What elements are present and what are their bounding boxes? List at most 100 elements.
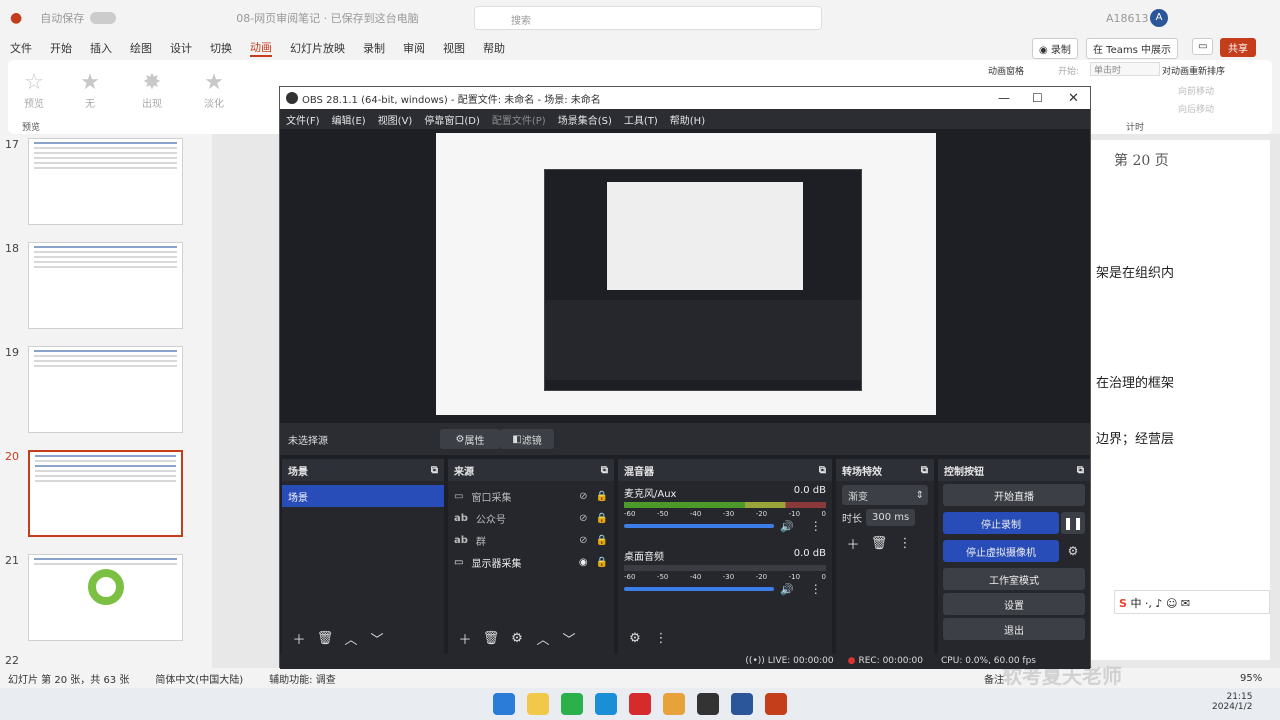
source-item[interactable]: ab 公众号 ⊘ 🔒 — [448, 507, 614, 529]
speaker-icon[interactable]: 🔊 — [780, 583, 794, 596]
anim-none[interactable]: ★ 无 — [68, 70, 112, 110]
mixer-menu-icon[interactable]: ⋮ — [650, 627, 672, 649]
lock-icon[interactable]: 🔒 — [596, 535, 608, 546]
start-select[interactable]: 单击时 — [1090, 62, 1160, 76]
powerpoint-icon[interactable] — [765, 693, 787, 715]
pause-icon[interactable]: ❚❚ — [1061, 512, 1085, 534]
menu-review[interactable]: 审阅 — [403, 40, 425, 56]
channel-menu-icon[interactable]: ⋮ — [810, 582, 822, 596]
anim-fade[interactable]: ★ 淡化 — [192, 70, 236, 110]
transition-select[interactable]: 渐变 ⇕ — [842, 485, 928, 505]
stop-virtual-camera-button[interactable]: 停止虚拟摄像机 — [943, 540, 1059, 562]
maximize-icon[interactable]: ☐ — [1032, 91, 1043, 105]
share-button[interactable]: 共享 — [1220, 38, 1256, 57]
move-down-icon[interactable]: ﹀ — [558, 627, 580, 649]
transition-menu-icon[interactable]: ⋮ — [894, 532, 916, 554]
clock[interactable]: 21:15 2024/1/2 — [1212, 692, 1252, 712]
volume-slider[interactable] — [624, 524, 774, 528]
edge-icon[interactable] — [595, 693, 617, 715]
lock-icon[interactable]: 🔒 — [596, 491, 608, 502]
studio-mode-button[interactable]: 工作室模式 — [943, 568, 1085, 590]
close-icon[interactable]: ✕ — [1068, 91, 1079, 106]
menu-insert[interactable]: 插入 — [90, 40, 112, 56]
slide-thumb-18[interactable] — [28, 242, 183, 329]
undock-icon[interactable]: ⧉ — [431, 465, 438, 476]
add-source-icon[interactable]: ＋ — [454, 627, 476, 649]
status-language[interactable]: 简体中文(中国大陆) — [155, 671, 243, 686]
move-earlier-button[interactable]: 向前移动 — [1178, 84, 1214, 97]
app-icon[interactable] — [629, 693, 651, 715]
mixer-settings-icon[interactable]: ⚙ — [624, 627, 646, 649]
duration-input[interactable]: 300 ms — [866, 509, 916, 526]
menu-animations[interactable]: 动画 — [250, 39, 272, 57]
obs-menu-docks[interactable]: 停靠窗口(D) — [424, 112, 480, 127]
menu-help[interactable]: 帮助 — [483, 40, 505, 56]
exit-button[interactable]: 退出 — [943, 618, 1085, 640]
slide-thumb-19[interactable] — [28, 346, 183, 433]
visibility-off-icon[interactable]: ⊘ — [579, 535, 587, 546]
start-streaming-button[interactable]: 开始直播 — [943, 484, 1085, 506]
avatar[interactable]: A — [1150, 9, 1168, 27]
word-icon[interactable] — [731, 693, 753, 715]
remove-transition-icon[interactable]: 🗑 — [868, 532, 890, 554]
obs-menu-file[interactable]: 文件(F) — [286, 112, 320, 127]
source-settings-icon[interactable]: ⚙ — [506, 627, 528, 649]
preview-button[interactable]: ☆ 预览 — [12, 70, 56, 110]
menu-record[interactable]: 录制 — [363, 40, 385, 56]
undock-icon[interactable]: ⧉ — [1077, 465, 1084, 476]
obs-menu-scene-collection[interactable]: 场景集合(S) — [558, 112, 612, 127]
wechat-icon[interactable] — [561, 693, 583, 715]
source-item[interactable]: ab 群 ⊘ 🔒 — [448, 529, 614, 551]
volume-slider[interactable] — [624, 587, 774, 591]
slide-canvas[interactable]: 第 20 页 架是在组织内 在治理的框架 边界；经营层 S 中 ·, ♪ ☺ ✉ — [1090, 140, 1270, 660]
obs-menu-view[interactable]: 视图(V) — [378, 112, 413, 127]
menu-slideshow[interactable]: 幻灯片放映 — [290, 40, 345, 56]
vcam-settings-icon[interactable]: ⚙ — [1061, 544, 1085, 558]
obs-menu-profile[interactable]: 配置文件(P) — [492, 112, 546, 127]
stop-recording-button[interactable]: 停止录制 — [943, 512, 1059, 534]
visibility-off-icon[interactable]: ⊘ — [579, 491, 587, 502]
anim-appear[interactable]: ✸ 出现 — [130, 70, 174, 110]
search-box[interactable]: 搜索 — [474, 6, 822, 30]
visibility-on-icon[interactable]: ◉ — [579, 557, 588, 568]
status-zoom[interactable]: 95% — [1240, 673, 1262, 684]
add-scene-icon[interactable]: ＋ — [288, 627, 310, 649]
obs-menu-edit[interactable]: 编辑(E) — [332, 112, 366, 127]
ime-toolbar[interactable]: S 中 ·, ♪ ☺ ✉ — [1114, 590, 1270, 614]
obs-menu-tools[interactable]: 工具(T) — [624, 112, 658, 127]
undock-icon[interactable]: ⧉ — [921, 465, 928, 476]
obs-preview[interactable] — [280, 129, 1090, 431]
slide-thumb-17[interactable] — [28, 138, 183, 225]
visibility-off-icon[interactable]: ⊘ — [579, 513, 587, 524]
anim-pane-button[interactable]: 动画窗格 — [988, 64, 1024, 77]
menu-draw[interactable]: 绘图 — [130, 40, 152, 56]
move-later-button[interactable]: 向后移动 — [1178, 102, 1214, 115]
autosave-toggle[interactable] — [90, 12, 117, 24]
remove-source-icon[interactable]: 🗑 — [480, 627, 502, 649]
properties-button[interactable]: ⚙ 属性 — [440, 429, 500, 449]
move-down-icon[interactable]: ﹀ — [366, 627, 388, 649]
record-button[interactable]: ◉ 录制 — [1032, 38, 1078, 59]
status-notes[interactable]: 备注 — [984, 671, 1004, 686]
undock-icon[interactable]: ⧉ — [819, 465, 826, 476]
remove-scene-icon[interactable]: 🗑 — [314, 627, 336, 649]
menu-file[interactable]: 文件 — [10, 40, 32, 56]
obs-window[interactable]: OBS 28.1.1 (64-bit, windows) - 配置文件: 未命名… — [279, 86, 1091, 669]
file-explorer-icon[interactable] — [527, 693, 549, 715]
add-transition-icon[interactable]: ＋ — [842, 532, 864, 554]
menu-home[interactable]: 开始 — [50, 40, 72, 56]
status-accessibility[interactable]: 辅助功能: 调查 — [269, 671, 336, 686]
comment-icon[interactable]: ▭ — [1192, 38, 1214, 55]
undock-icon[interactable]: ⧉ — [601, 465, 608, 476]
slide-thumb-20[interactable] — [28, 450, 183, 537]
minimize-icon[interactable]: — — [998, 91, 1010, 105]
settings-button[interactable]: 设置 — [943, 593, 1085, 615]
lock-icon[interactable]: 🔒 — [596, 557, 608, 568]
menu-transitions[interactable]: 切换 — [210, 40, 232, 56]
scene-item[interactable]: 场景 — [282, 485, 444, 507]
menu-view[interactable]: 视图 — [443, 40, 465, 56]
windows-start-icon[interactable] — [493, 693, 515, 715]
move-up-icon[interactable]: ︿ — [532, 627, 554, 649]
obs-menu-help[interactable]: 帮助(H) — [670, 112, 705, 127]
obs-icon[interactable] — [697, 693, 719, 715]
